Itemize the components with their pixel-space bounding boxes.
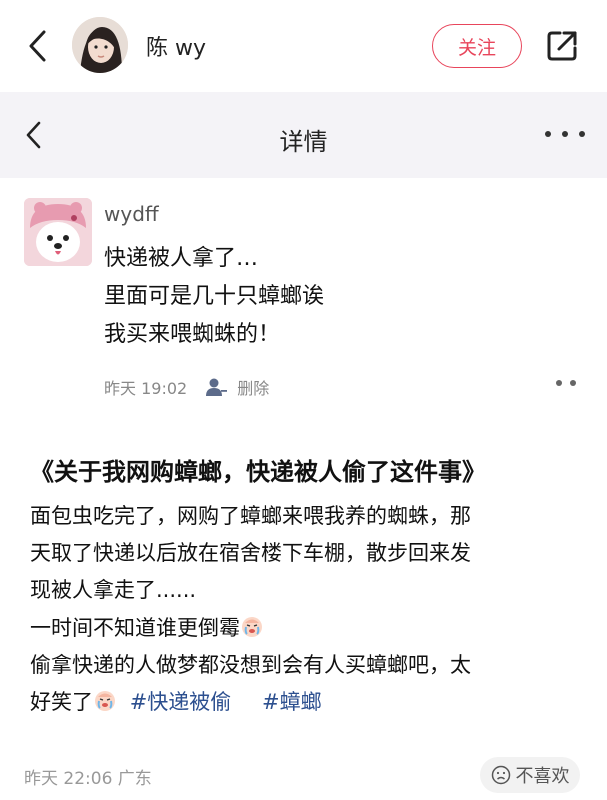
author-avatar[interactable] <box>72 17 128 73</box>
post-text-line: 好笑了 #快递被偷 #蟑螂 <box>30 686 322 716</box>
post-text-line: 偷拿快递的人做梦都没想到会有人买蟑螂吧，太 <box>30 653 471 677</box>
share-icon <box>547 31 577 61</box>
author-name[interactable]: 陈 wy <box>146 30 206 62</box>
post-meta: 昨天 22:06 广东 <box>24 769 152 789</box>
post-text-line: 一时间不知道谁更倒霉 <box>30 612 264 642</box>
follow-button[interactable]: 关注 <box>432 24 522 68</box>
top-bar: 陈 wy 关注 <box>0 0 607 92</box>
commenter-avatar[interactable] <box>24 198 92 266</box>
hashtag-link[interactable]: #蟑螂 <box>262 690 322 714</box>
post-text: 一时间不知道谁更倒霉 <box>30 616 240 640</box>
comment-meta: 昨天 19:02 删除 <box>104 375 269 399</box>
comment-text-line: 我买来喂蜘蛛的！ <box>104 322 281 347</box>
dislike-button[interactable]: 不喜欢 <box>480 757 580 793</box>
person-icon <box>206 378 228 396</box>
more-dot-icon <box>570 380 576 386</box>
sad-face-icon <box>491 765 510 785</box>
more-dot-icon <box>579 131 585 137</box>
comment-text-line: 快递被人拿了… <box>104 246 259 271</box>
dog-avatar-image <box>24 198 92 266</box>
comment-time: 昨天 19:02 <box>104 379 188 398</box>
post-text-line: 天取了快递以后放在宿舍楼下车棚，散步回来发 <box>30 541 471 565</box>
post-text: 好笑了 <box>30 690 93 714</box>
detail-title: 详情 <box>279 128 328 156</box>
post-text-line: 现被人拿走了...... <box>30 578 197 602</box>
more-dot-icon <box>545 131 551 137</box>
post-title: 《关于我网购蟑螂，快递被人偷了这件事》 <box>30 458 486 486</box>
more-options-button[interactable] <box>545 122 585 146</box>
detail-header: 详情 <box>0 92 607 178</box>
more-dot-icon <box>562 131 568 137</box>
comment-text-line: 里面可是几十只蟑螂诶 <box>104 284 325 309</box>
commenter-username[interactable]: wydff <box>104 202 159 226</box>
share-button[interactable] <box>544 28 580 64</box>
chevron-left-icon <box>29 30 46 62</box>
post-text-line: 面包虫吃完了，网购了蟑螂来喂我养的蜘蛛，那 <box>30 504 471 528</box>
dislike-label: 不喜欢 <box>515 766 570 787</box>
delete-button[interactable]: 删除 <box>237 375 269 399</box>
avatar-image <box>72 17 128 73</box>
comment-more-button[interactable] <box>556 380 576 388</box>
crying-face-icon <box>95 691 115 711</box>
post-screenshot: 详情 wydff 快递被人拿了… 里面可是几十只蟑螂诶 我买来喂蜘蛛的！ 昨天 … <box>0 92 607 800</box>
crying-face-icon <box>242 617 262 637</box>
back-button[interactable] <box>22 26 52 66</box>
hashtag-link[interactable]: #快递被偷 <box>130 690 232 714</box>
more-dot-icon <box>556 380 562 386</box>
